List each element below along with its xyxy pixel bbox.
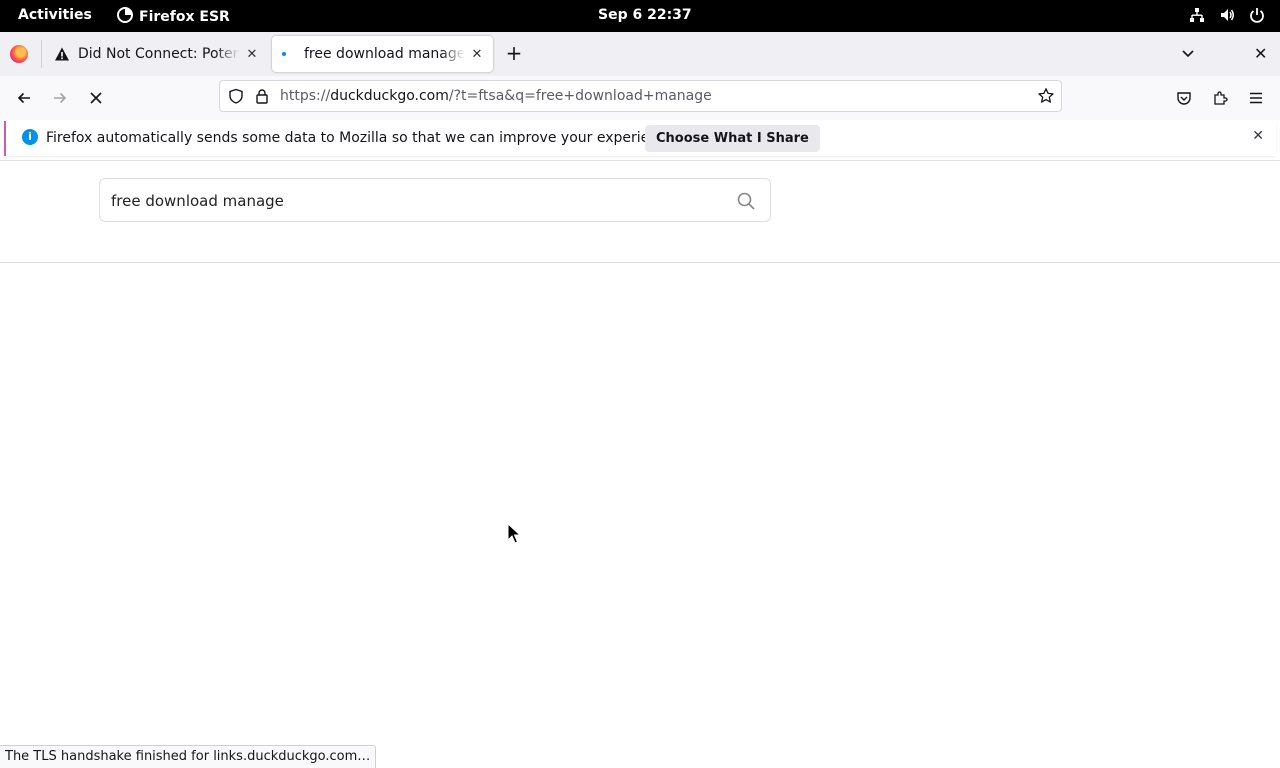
system-top-bar: Activities Firefox ESR Sep 6 22:37 — [0, 0, 1280, 32]
choose-what-i-share-button[interactable]: Choose What I Share — [645, 125, 820, 152]
close-notification-icon[interactable]: ✕ — [1252, 128, 1264, 144]
window-close-icon[interactable]: ✕ — [1254, 44, 1267, 63]
loading-dot-icon — [280, 46, 296, 62]
firefox-app-icon — [117, 7, 133, 27]
list-all-tabs-chevron-icon[interactable] — [1180, 45, 1196, 61]
notification-message: Firefox automatically sends some data to… — [46, 130, 679, 146]
pocket-icon[interactable] — [1173, 87, 1195, 109]
firefox-view-icon[interactable] — [10, 45, 28, 63]
search-icon[interactable] — [736, 191, 756, 215]
power-icon — [1248, 6, 1266, 24]
bookmark-star-icon[interactable] — [1037, 87, 1055, 109]
app-menu[interactable]: Firefox ESR — [117, 7, 230, 27]
header-divider — [0, 262, 1280, 263]
extensions-puzzle-icon[interactable] — [1209, 87, 1231, 109]
warning-icon — [54, 46, 70, 62]
tab-strip: Did Not Connect: Potential Security Issu… — [0, 32, 1280, 76]
tab-did-not-connect[interactable]: Did Not Connect: Potential Security Issu… — [46, 36, 268, 72]
search-query-text[interactable]: free download manage — [111, 192, 284, 210]
mouse-pointer-icon — [507, 522, 522, 549]
url-prefix: https:// — [280, 88, 331, 104]
hamburger-menu-icon[interactable] — [1245, 87, 1267, 109]
navigation-toolbar: https://duckduckgo.com/?t=ftsa&q=free+do… — [0, 76, 1280, 120]
back-arrow-icon[interactable] — [13, 87, 35, 109]
toolbar-divider — [0, 160, 1280, 161]
activities-button[interactable]: Activities — [18, 7, 92, 23]
data-collection-notification: i Firefox automatically sends some data … — [4, 121, 1276, 156]
network-icon — [1188, 6, 1206, 24]
search-input[interactable]: free download manage — [99, 178, 771, 222]
url-host: duckduckgo.com — [330, 88, 449, 104]
status-panel: The TLS handshake finished for links.duc… — [0, 745, 377, 768]
close-tab-icon[interactable]: ✕ — [244, 46, 260, 62]
url-bar[interactable]: https://duckduckgo.com/?t=ftsa&q=free+do… — [219, 80, 1062, 112]
lock-icon[interactable] — [254, 88, 270, 108]
app-menu-label: Firefox ESR — [139, 9, 230, 25]
stop-loading-icon[interactable] — [85, 87, 107, 109]
url-path: /?t=ftsa&q=free+download+manage — [448, 88, 712, 104]
url-text[interactable]: https://duckduckgo.com/?t=ftsa&q=free+do… — [280, 88, 712, 104]
clock[interactable]: Sep 6 22:37 — [598, 7, 692, 23]
volume-icon — [1218, 6, 1236, 24]
tab-title: free download manage at DuckDuckGo — [304, 46, 465, 62]
tab-duckduckgo-search[interactable]: free download manage at DuckDuckGo ✕ — [272, 36, 493, 72]
tab-separator — [41, 40, 42, 68]
forward-arrow-icon[interactable] — [49, 87, 71, 109]
tracking-protection-shield-icon[interactable] — [228, 88, 244, 108]
system-tray[interactable] — [1188, 6, 1266, 24]
close-tab-icon[interactable]: ✕ — [469, 46, 485, 62]
tab-title: Did Not Connect: Potential Security Issu… — [78, 46, 240, 62]
info-icon: i — [22, 129, 38, 145]
new-tab-plus-icon[interactable]: + — [505, 43, 523, 63]
